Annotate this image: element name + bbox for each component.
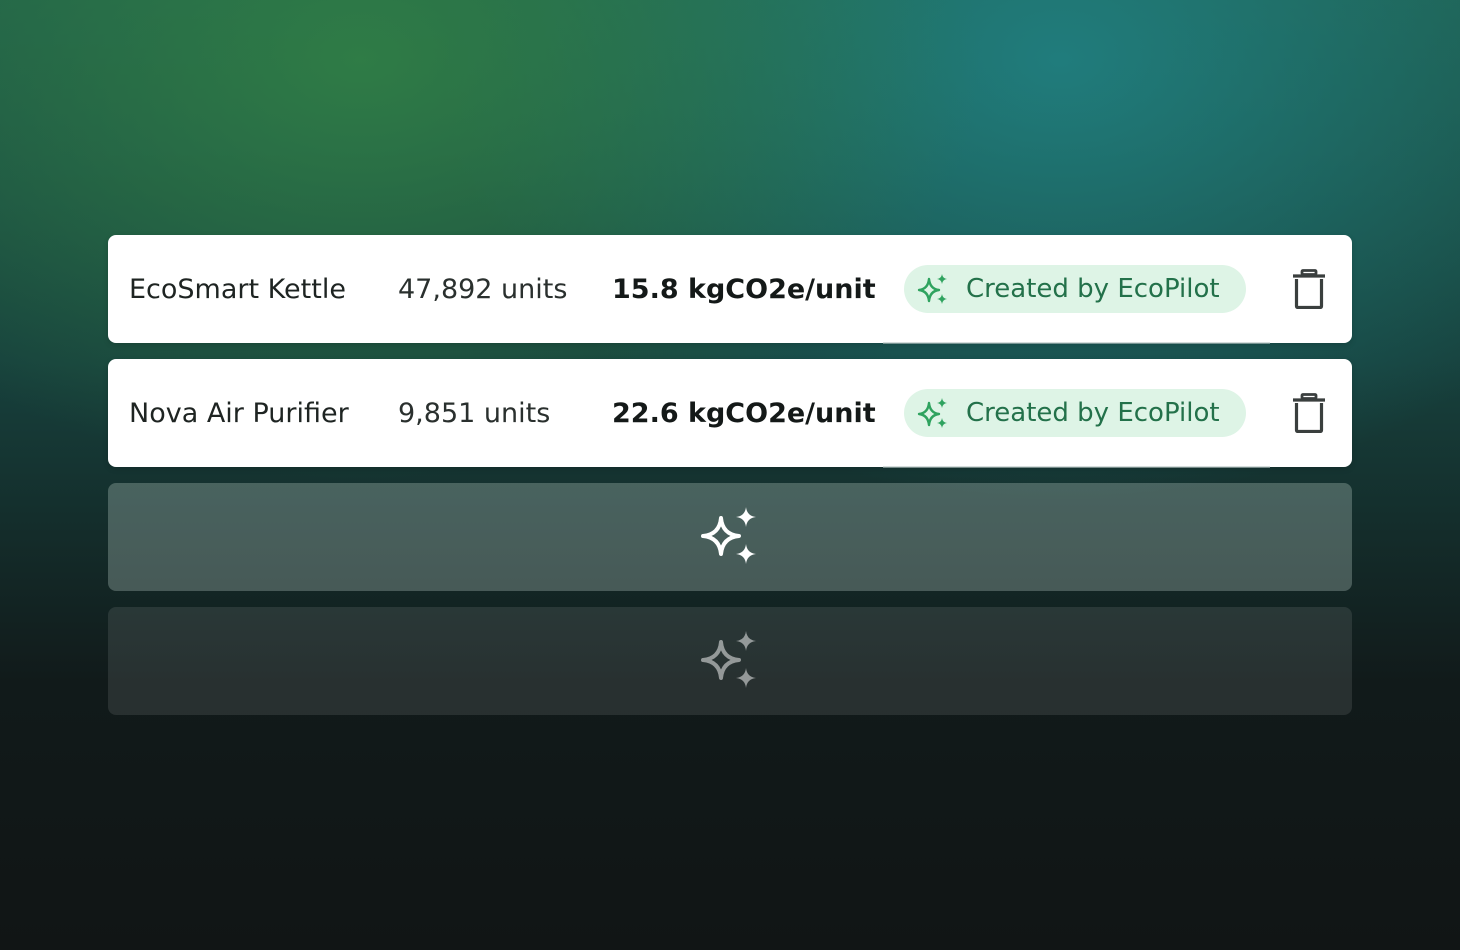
product-name: EcoSmart Kettle — [129, 273, 346, 305]
badge-label: Created by EcoPilot — [966, 398, 1220, 428]
product-emissions: 22.6 kgCO2e/unit — [612, 397, 876, 429]
loading-row — [108, 607, 1352, 715]
product-units: 9,851 units — [398, 397, 551, 429]
sparkles-icon — [701, 631, 756, 688]
loading-row — [108, 483, 1352, 591]
product-name: Nova Air Purifier — [129, 397, 349, 429]
product-row[interactable]: EcoSmart Kettle 47,892 units 15.8 kgCO2e… — [108, 235, 1352, 344]
delete-button[interactable] — [1292, 269, 1326, 309]
trash-icon — [1293, 269, 1325, 309]
delete-button[interactable] — [1292, 393, 1326, 433]
product-units: 47,892 units — [398, 273, 568, 305]
trash-icon — [1293, 393, 1325, 433]
sparkles-icon — [701, 507, 756, 564]
sparkles-icon — [917, 398, 947, 428]
product-list: EcoSmart Kettle 47,892 units 15.8 kgCO2e… — [108, 235, 1352, 731]
ecopilot-badge: Created by EcoPilot — [904, 389, 1246, 437]
badge-label: Created by EcoPilot — [966, 274, 1220, 304]
product-emissions: 15.8 kgCO2e/unit — [612, 273, 876, 305]
ecopilot-badge: Created by EcoPilot — [904, 265, 1246, 313]
product-row[interactable]: Nova Air Purifier 9,851 units 22.6 kgCO2… — [108, 359, 1352, 468]
sparkles-icon — [917, 274, 947, 304]
